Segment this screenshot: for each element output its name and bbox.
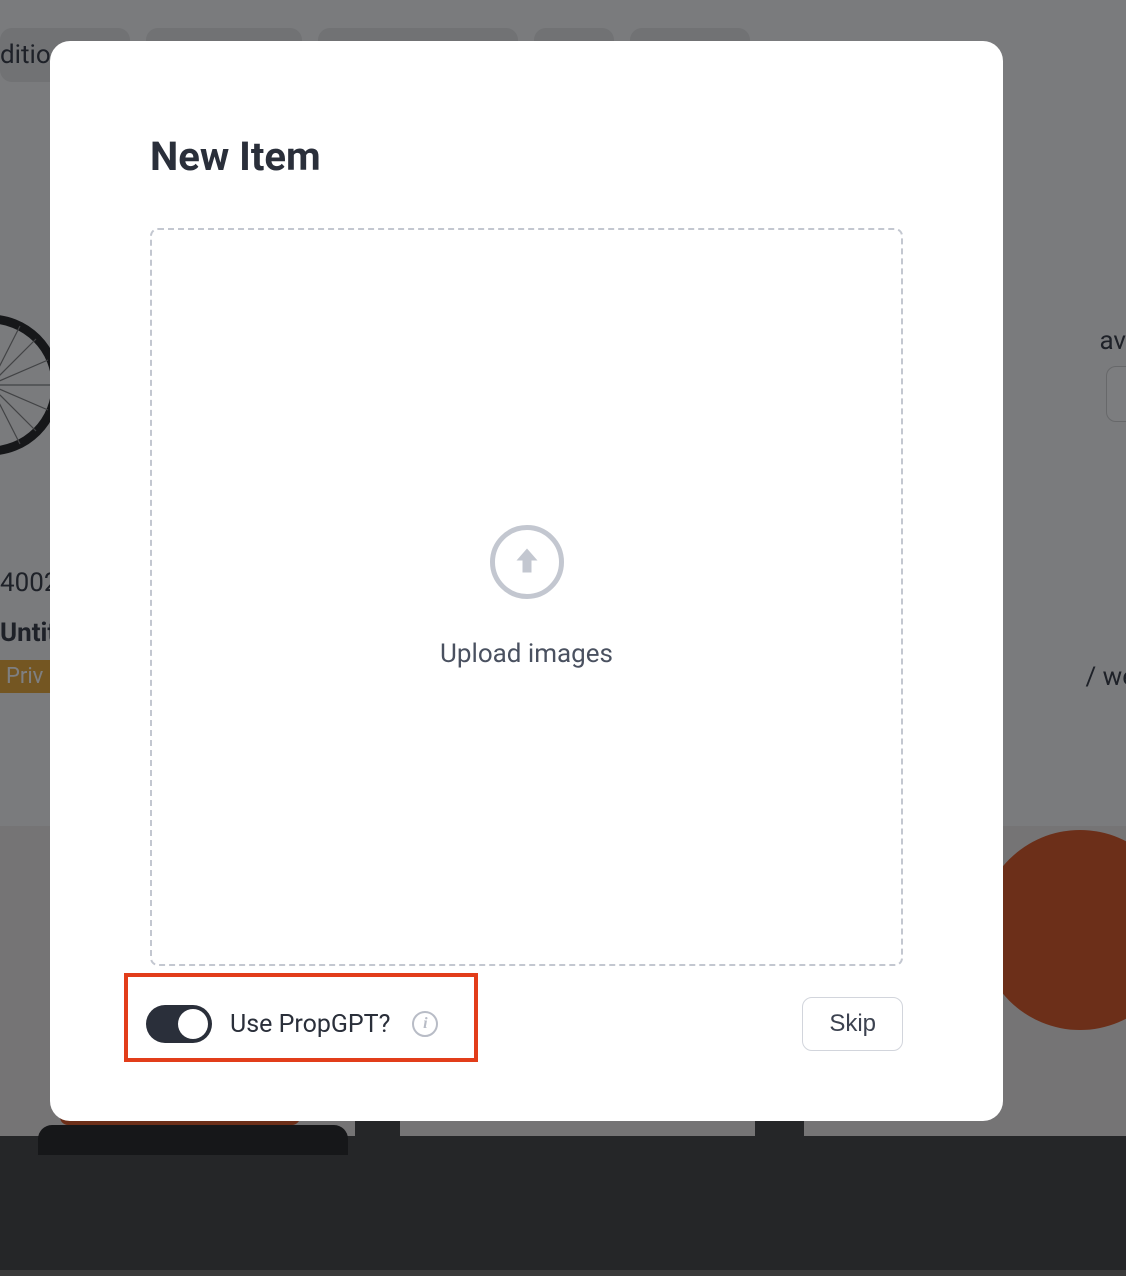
new-item-modal: New Item Upload images Use PropGPT? i Sk… xyxy=(50,41,1003,1121)
propgpt-toggle[interactable] xyxy=(146,1005,212,1043)
propgpt-toggle-group: Use PropGPT? i xyxy=(146,1005,438,1043)
modal-title: New Item xyxy=(150,133,903,180)
toggle-knob xyxy=(178,1009,208,1039)
propgpt-toggle-label: Use PropGPT? xyxy=(230,1010,390,1039)
modal-footer: Use PropGPT? i Skip xyxy=(150,967,903,1051)
info-icon[interactable]: i xyxy=(412,1011,438,1037)
upload-label: Upload images xyxy=(440,639,613,669)
upload-arrow-circle-icon xyxy=(490,525,564,599)
upload-dropzone[interactable]: Upload images xyxy=(150,228,903,966)
skip-button[interactable]: Skip xyxy=(802,997,903,1051)
